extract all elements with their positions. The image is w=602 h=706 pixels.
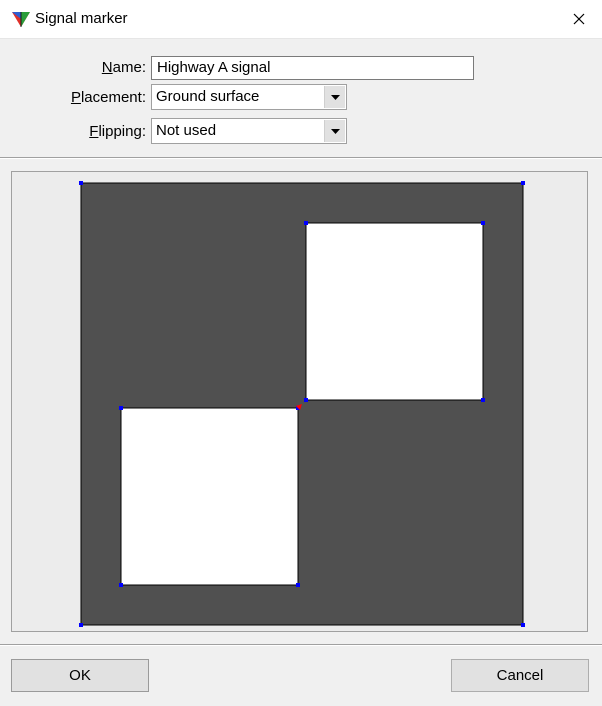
chevron-down-icon [330,128,340,134]
separator [0,157,602,159]
placement-label: Placement: [70,89,146,106]
close-icon [573,13,585,25]
title-bar: Signal marker [0,0,602,39]
window-title: Signal marker [35,10,128,27]
vertex-handle[interactable] [304,221,308,225]
name-label: Name: [101,59,146,76]
placement-value: Ground surface [156,88,260,105]
app-triangle-icon [12,12,30,27]
vertex-handle[interactable] [79,181,83,185]
close-button[interactable] [556,0,602,38]
name-field[interactable]: Highway A signal [151,56,474,80]
vertex-handle[interactable] [481,398,485,402]
separator [0,644,602,646]
vertex-handle[interactable] [521,623,525,627]
preview-panel [11,171,588,632]
vertex-handle[interactable] [119,406,123,410]
vertex-handle[interactable] [481,221,485,225]
flipping-dropdown-button[interactable] [324,120,345,142]
vertex-handle[interactable] [521,181,525,185]
vertex-handle[interactable] [304,398,308,402]
vertex-handle[interactable] [296,583,300,587]
chevron-down-icon [330,94,340,100]
signal-preview-canvas[interactable] [12,172,587,631]
flipping-select[interactable]: Not used [151,118,347,144]
ok-button[interactable]: OK [11,659,149,692]
marker-square-bottom-left [120,407,299,586]
vertex-handle[interactable] [79,623,83,627]
placement-select[interactable]: Ground surface [151,84,347,110]
flipping-label: Flipping: [89,123,146,140]
vertex-handle[interactable] [119,583,123,587]
marker-square-top-right [305,222,484,401]
flipping-value: Not used [156,122,217,139]
placement-dropdown-button[interactable] [324,86,345,108]
cancel-button[interactable]: Cancel [451,659,589,692]
